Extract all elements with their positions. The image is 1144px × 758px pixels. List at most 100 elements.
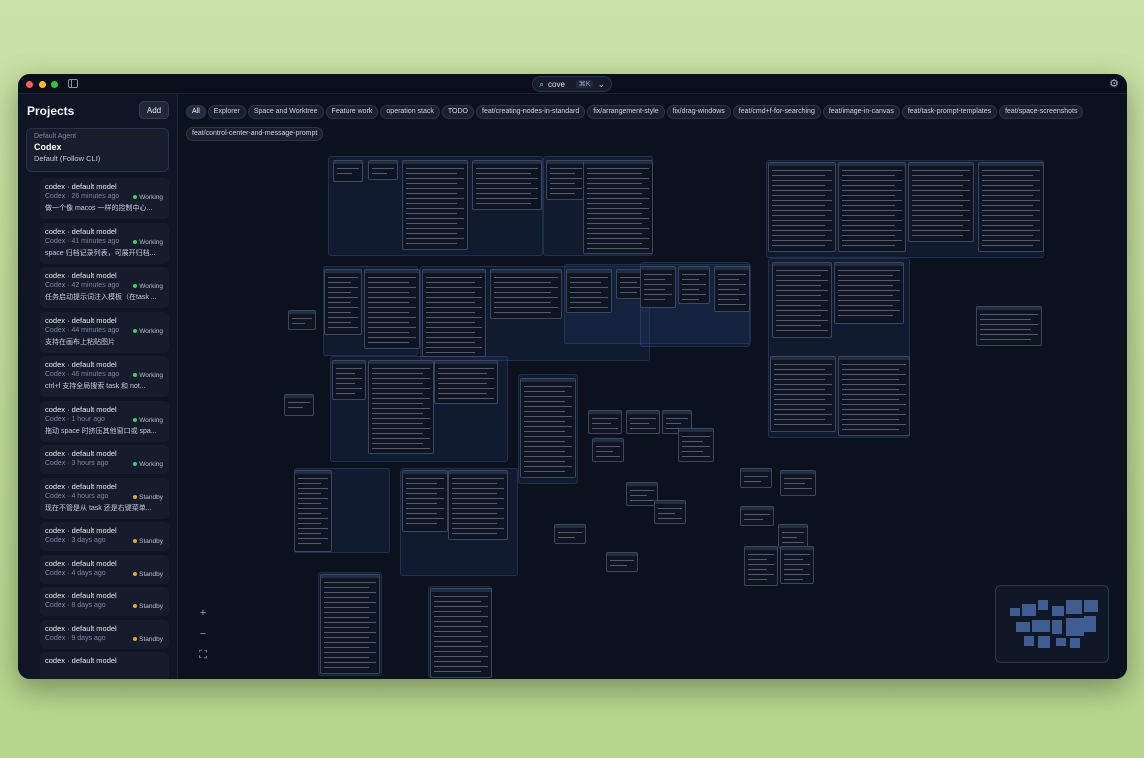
canvas-node[interactable] xyxy=(772,262,832,338)
tag-chip[interactable]: All xyxy=(186,105,206,119)
canvas-node[interactable] xyxy=(430,588,492,678)
status-label: Working xyxy=(139,372,163,379)
minimap[interactable] xyxy=(995,585,1109,663)
canvas-node[interactable] xyxy=(448,470,508,540)
canvas-node[interactable] xyxy=(402,160,468,250)
fit-view-button[interactable]: ⛶ xyxy=(196,648,210,662)
status-label: Working xyxy=(139,416,163,424)
canvas-node[interactable] xyxy=(546,160,586,200)
session-item[interactable]: codex · default model Codex · 44 minutes … xyxy=(40,311,169,353)
canvas-node[interactable] xyxy=(834,262,904,324)
canvas-node[interactable] xyxy=(976,306,1042,346)
canvas-node[interactable] xyxy=(978,162,1044,252)
add-project-button[interactable]: Add xyxy=(139,101,169,119)
canvas-node[interactable] xyxy=(368,360,434,454)
canvas-node[interactable] xyxy=(566,269,612,313)
canvas-node[interactable] xyxy=(288,310,316,330)
tag-chip[interactable]: Explorer xyxy=(207,105,246,119)
canvas-node[interactable] xyxy=(740,468,772,488)
close-window-button[interactable] xyxy=(26,81,33,88)
minimap-block xyxy=(1052,606,1064,616)
canvas-node[interactable] xyxy=(838,162,906,252)
session-item[interactable]: codex · default model Codex · 8 days ago S… xyxy=(40,587,169,616)
canvas-node[interactable] xyxy=(780,470,816,496)
zoom-out-button[interactable]: − xyxy=(196,627,210,641)
session-desc: 做一个像 macos 一样的控制中心... xyxy=(45,205,153,212)
canvas-node[interactable] xyxy=(324,269,362,335)
session-item[interactable]: codex · default model Codex · 26 minutes … xyxy=(40,178,169,219)
session-item[interactable]: codex · default model Codex · 4 hours ago… xyxy=(40,477,169,519)
session-item[interactable]: codex · default model Codex · 41 minutes … xyxy=(40,222,169,264)
tag-chip[interactable]: fix/arrangement-style xyxy=(587,105,665,119)
tag-chip[interactable]: fix/drag-windows xyxy=(666,105,731,119)
canvas-node[interactable] xyxy=(333,160,363,182)
canvas-node[interactable] xyxy=(678,428,714,462)
session-title: codex · default model xyxy=(45,449,117,458)
canvas-node[interactable] xyxy=(778,524,808,548)
canvas-node[interactable] xyxy=(678,266,710,304)
sidebar-toggle-icon[interactable] xyxy=(68,79,78,88)
canvas-node[interactable] xyxy=(520,378,576,478)
workspace-canvas[interactable]: All Explorer Space and Worktree Feature wor… xyxy=(178,94,1127,679)
canvas-node[interactable] xyxy=(583,160,653,254)
canvas-node[interactable] xyxy=(294,470,332,552)
canvas-node[interactable] xyxy=(780,546,814,584)
canvas-node[interactable] xyxy=(332,360,366,400)
session-item[interactable]: codex · default model Codex · 4 days ago S… xyxy=(40,554,169,584)
canvas-node[interactable] xyxy=(434,360,498,404)
search-bar[interactable]: ⌕ cove ⌘K ⌄ xyxy=(532,76,612,92)
canvas-node[interactable] xyxy=(714,266,750,312)
status-dot xyxy=(133,239,138,244)
agent-sub: Default (Follow CLI) xyxy=(34,154,101,163)
canvas-node[interactable] xyxy=(592,438,624,462)
session-item[interactable]: codex · default model Codex · 3 hours ago… xyxy=(40,445,169,474)
tag-chip[interactable]: operation stack xyxy=(380,105,440,119)
canvas-node[interactable] xyxy=(490,269,562,319)
canvas-node[interactable] xyxy=(364,269,420,349)
zoom-window-button[interactable] xyxy=(51,81,58,88)
zoom-in-button[interactable]: + xyxy=(196,606,210,620)
canvas-node[interactable] xyxy=(368,160,398,180)
gear-icon[interactable]: ⚙ xyxy=(1109,77,1119,90)
canvas-node[interactable] xyxy=(320,574,380,674)
tag-chip[interactable]: TODO xyxy=(441,105,474,119)
tag-chip[interactable]: feat/space-screenshots xyxy=(999,105,1084,119)
canvas-node[interactable] xyxy=(908,162,974,242)
session-item[interactable]: codex · default model xyxy=(40,652,169,679)
canvas-node[interactable] xyxy=(744,546,778,586)
canvas-node[interactable] xyxy=(640,266,676,308)
canvas-node[interactable] xyxy=(626,410,660,434)
minimap-block xyxy=(1070,638,1080,648)
canvas-node[interactable] xyxy=(770,356,836,432)
canvas-node[interactable] xyxy=(838,356,910,436)
canvas-node[interactable] xyxy=(422,269,486,357)
default-agent-card[interactable]: Default Agent Codex Default (Follow CLI) xyxy=(26,128,169,172)
canvas-node[interactable] xyxy=(284,394,314,416)
tag-chip[interactable]: Space and Worktree xyxy=(247,105,324,119)
canvas-node[interactable] xyxy=(654,500,686,524)
canvas-node[interactable] xyxy=(606,552,638,572)
canvas-node[interactable] xyxy=(740,506,774,526)
tag-chip[interactable]: feat/creating-nodes-in-standard xyxy=(476,105,586,119)
tag-chip[interactable]: feat/cmd+f-for-searching xyxy=(732,105,821,119)
tag-chip[interactable]: feat/task-prompt-templates xyxy=(901,105,998,119)
session-item[interactable]: codex · default model Codex · 1 hour ago W… xyxy=(40,400,169,442)
tag-chip[interactable]: Feature work xyxy=(325,105,379,119)
canvas-node[interactable] xyxy=(402,470,448,532)
session-item[interactable]: codex · default model Codex · 9 days ago S… xyxy=(40,619,169,649)
canvas-node[interactable] xyxy=(472,160,542,210)
session-item[interactable]: codex · default model Codex · 3 days ago S… xyxy=(40,522,169,551)
canvas-node[interactable] xyxy=(768,162,836,252)
session-status: Working xyxy=(133,417,163,424)
tag-chip[interactable]: feat/control-center-and-message-prompt xyxy=(186,127,324,141)
status-dot xyxy=(133,462,138,467)
chevron-down-icon[interactable]: ⌄ xyxy=(597,79,605,90)
session-title: codex · default model xyxy=(45,558,117,568)
session-item[interactable]: codex · default model Codex · 42 minutes … xyxy=(40,267,169,308)
session-title: codex · default model xyxy=(45,360,117,369)
canvas-node[interactable] xyxy=(554,524,586,544)
minimize-window-button[interactable] xyxy=(39,81,46,88)
canvas-node[interactable] xyxy=(588,410,622,434)
tag-chip[interactable]: feat/image-in-canvas xyxy=(822,105,900,119)
session-item[interactable]: codex · default model Codex · 46 minutes … xyxy=(40,356,169,397)
